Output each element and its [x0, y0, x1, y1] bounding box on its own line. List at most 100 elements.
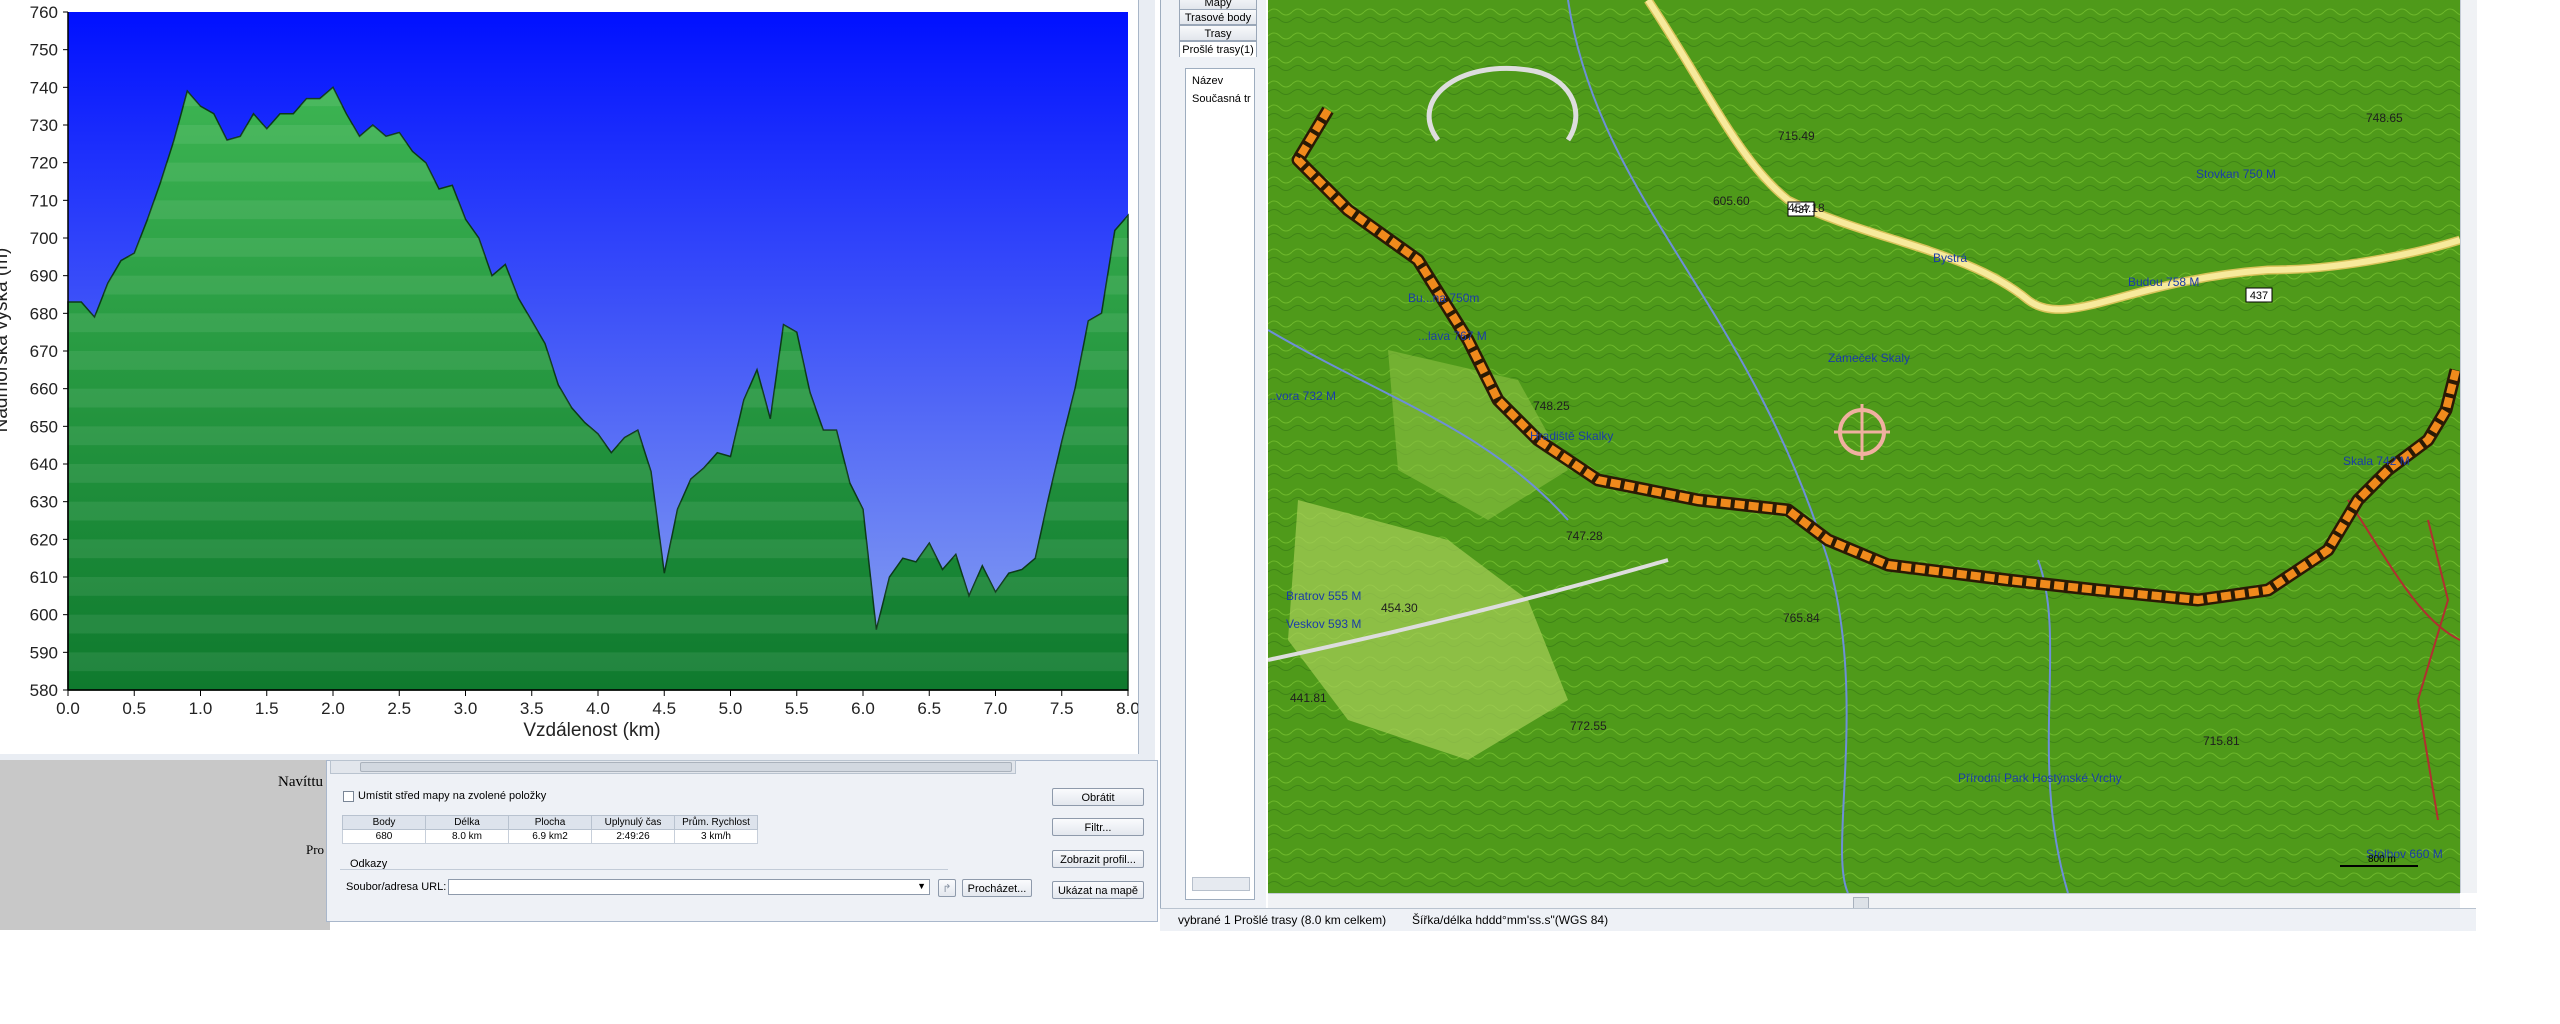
- map-label[interactable]: 748.25: [1533, 399, 1570, 413]
- road-badge: 437: [2245, 287, 2273, 303]
- y-tick-label: 580: [30, 681, 58, 700]
- y-tick-label: 600: [30, 606, 58, 625]
- map-label[interactable]: 747.28: [1566, 529, 1603, 543]
- coordinate-format: Šířka/délka hddd°mm'ss.s"(WGS 84): [1412, 913, 1609, 927]
- track-stats-table: Body Délka Plocha Uplynulý čas Prům. Ryc…: [342, 815, 758, 844]
- map-label[interactable]: ...lava 767 M: [1418, 329, 1487, 343]
- stats-value-points: 680: [342, 829, 426, 844]
- y-tick-label: 710: [30, 191, 58, 210]
- list-item[interactable]: Současná tr: [1186, 87, 1254, 111]
- y-tick-label: 740: [30, 78, 58, 97]
- open-link-button[interactable]: ↱: [938, 879, 956, 897]
- browse-button[interactable]: Procházet...: [962, 879, 1032, 897]
- map-label[interactable]: 454.30: [1381, 601, 1418, 615]
- stats-value-area: 6.9 km2: [508, 829, 592, 844]
- map-view[interactable]: 437 437 715.49 748.65 Stovkan 750 M Budou 7…: [1268, 0, 2460, 893]
- y-tick-label: 690: [30, 267, 58, 286]
- elevation-band: [68, 614, 1128, 634]
- map-label[interactable]: Veskov 593 M: [1286, 617, 1361, 631]
- x-tick-label: 1.0: [189, 699, 213, 718]
- elevation-profile-svg: 580 590 600 610 620 630 640 650 660 670 680 690 700 7…: [0, 3, 1138, 741]
- stats-value-length: 8.0 km: [425, 829, 509, 844]
- arrow-icon: ↱: [942, 883, 952, 895]
- x-tick-label: 4.0: [586, 699, 610, 718]
- show-on-map-button[interactable]: Ukázat na mapě: [1052, 881, 1144, 899]
- url-label: Soubor/adresa URL:: [346, 881, 447, 893]
- y-tick-label: 650: [30, 417, 58, 436]
- x-tick-label: 8.0: [1116, 699, 1138, 718]
- map-label[interactable]: Zámeček Skaly: [1828, 351, 1910, 365]
- x-tick-label: 2.0: [321, 699, 345, 718]
- map-label[interactable]: Bystrá: [1933, 251, 1967, 265]
- tab-routes[interactable]: Trasy: [1179, 25, 1257, 41]
- show-profile-button[interactable]: Zobrazit profil...: [1052, 850, 1144, 868]
- map-label[interactable]: Hradiště Skalky: [1530, 429, 1613, 443]
- x-tick-label: 2.5: [387, 699, 411, 718]
- url-input[interactable]: ▼: [448, 879, 930, 895]
- x-tick-label: 7.5: [1050, 699, 1074, 718]
- y-tick-label: 750: [30, 41, 58, 60]
- reverse-button[interactable]: Obrátit: [1052, 788, 1144, 806]
- stats-value-speed: 3 km/h: [674, 829, 758, 844]
- map-label[interactable]: Přírodní Park Hostýnské Vrchy: [1958, 771, 2122, 785]
- map-label[interactable]: Bratrov 555 M: [1286, 589, 1361, 603]
- topo-map-svg[interactable]: 437 437 715.49748.65Stovkan 750 MBudou 7…: [1268, 0, 2460, 893]
- x-tick-label: 0.5: [122, 699, 146, 718]
- list-header: Název: [1192, 75, 1224, 87]
- elevation-band: [68, 652, 1128, 672]
- center-map-checkbox[interactable]: [343, 791, 354, 802]
- map-label[interactable]: ...vora 732 M: [1268, 389, 1336, 403]
- scale-label: 800 m: [2368, 854, 2396, 865]
- stats-header-row: Body Délka Plocha Uplynulý čas Prům. Ryc…: [342, 815, 758, 830]
- map-label[interactable]: Stovkan 750 M: [2196, 167, 2276, 181]
- y-tick-label: 700: [30, 229, 58, 248]
- status-bar: vybrané 1 Prošlé trasy (8.0 km celkem) Š…: [1160, 908, 2476, 931]
- list-hscrollbar[interactable]: [1192, 877, 1250, 891]
- stats-header-length: Délka: [425, 815, 509, 830]
- x-tick-label: 6.0: [851, 699, 875, 718]
- nav-label: Navíttu: [278, 774, 323, 790]
- profile-window: 580 590 600 610 620 630 640 650 660 670 680 690 700 7…: [0, 0, 1155, 760]
- links-divider: [340, 869, 948, 870]
- center-map-label: Umístit střed mapy na zvolené položky: [358, 790, 547, 802]
- stats-value-elapsed: 2:49:26: [591, 829, 675, 844]
- map-label[interactable]: 748.65: [2366, 111, 2403, 125]
- map-label[interactable]: 715.81: [2203, 734, 2240, 748]
- x-tick-label: 1.5: [255, 699, 279, 718]
- stats-header-area: Plocha: [508, 815, 592, 830]
- x-axis-title: Vzdálenost (km): [523, 720, 660, 741]
- map-label[interactable]: 454.18: [1788, 201, 1825, 215]
- scrollbar-thumb[interactable]: [360, 762, 1012, 772]
- x-tick-label: 3.0: [454, 699, 478, 718]
- map-label[interactable]: 715.49: [1778, 129, 1815, 143]
- map-label[interactable]: 441.81: [1290, 691, 1327, 705]
- filter-button[interactable]: Filtr...: [1052, 818, 1144, 836]
- stats-value-row: 680 8.0 km 6.9 km2 2:49:26 3 km/h: [342, 829, 758, 844]
- y-tick-label: 680: [30, 304, 58, 323]
- map-label[interactable]: Bu...na 750m: [1408, 291, 1479, 305]
- tab-tracks[interactable]: Prošlé trasy(1): [1179, 41, 1257, 57]
- map-label[interactable]: Skala 742 M: [2343, 454, 2410, 468]
- chevron-down-icon[interactable]: ▼: [917, 881, 926, 891]
- map-vertical-scrollbar[interactable]: [2460, 0, 2477, 893]
- stats-header-speed: Prům. Rychlost: [674, 815, 758, 830]
- x-tick-label: 7.0: [984, 699, 1008, 718]
- y-tick-label: 620: [30, 530, 58, 549]
- map-label[interactable]: 765.84: [1783, 611, 1820, 625]
- pro-label: Pro: [306, 842, 325, 857]
- y-tick-label: 610: [30, 568, 58, 587]
- y-tick-label: 720: [30, 154, 58, 173]
- y-tick-label: 590: [30, 643, 58, 662]
- map-label[interactable]: 605.60: [1713, 194, 1750, 208]
- x-tick-label: 5.0: [719, 699, 743, 718]
- y-tick-label: 660: [30, 380, 58, 399]
- map-label[interactable]: Budou 758 M: [2128, 275, 2199, 289]
- map-label[interactable]: 772.55: [1570, 719, 1607, 733]
- elevation-profile-chart: 580 590 600 610 620 630 640 650 660 670 680 690 700 7…: [0, 0, 1139, 754]
- x-tick-label: 4.5: [652, 699, 676, 718]
- track-list: Název Současná tr: [1185, 68, 1255, 900]
- y-tick-label: 670: [30, 342, 58, 361]
- y-axis-title: Nadmořská výška (m): [0, 248, 12, 433]
- x-tick-label: 5.5: [785, 699, 809, 718]
- tab-waypoints[interactable]: Trasové body: [1179, 9, 1257, 25]
